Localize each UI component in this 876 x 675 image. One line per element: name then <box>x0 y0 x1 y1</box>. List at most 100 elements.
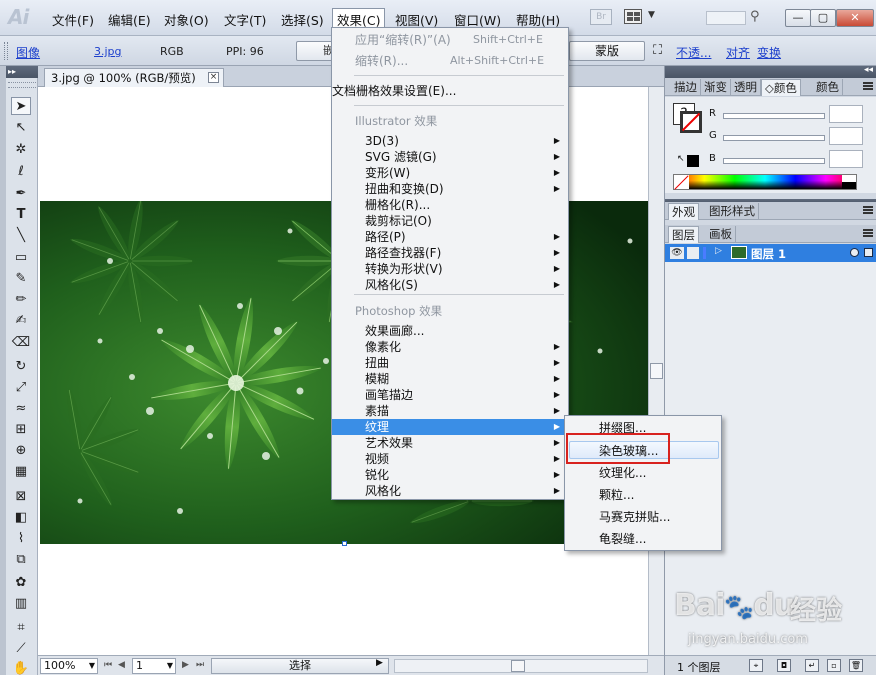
submenu-item-2[interactable]: 纹理化... <box>565 464 721 482</box>
target-icon[interactable] <box>850 248 859 257</box>
restore-button[interactable]: ▢ <box>810 9 836 27</box>
selection-tool-icon[interactable]: ➤ <box>11 97 31 115</box>
layer-row[interactable]: 👁 ▷ 图层 1 <box>665 244 876 262</box>
channel-slider[interactable] <box>723 135 825 141</box>
menu-file[interactable]: 文件(F) <box>48 9 98 30</box>
tab-gradient[interactable]: 渐变 <box>701 79 731 96</box>
submenu-item-5[interactable]: 龟裂缝... <box>565 530 721 548</box>
menu-item-photoshop-8[interactable]: 视频 ▶ <box>332 451 568 467</box>
menu-item-photoshop-7[interactable]: 艺术效果 ▶ <box>332 435 568 451</box>
workspace-layout-icon[interactable] <box>624 9 642 24</box>
last-artboard-icon[interactable]: ⏭ <box>196 660 204 670</box>
submenu-item-3[interactable]: 颗粒... <box>565 486 721 504</box>
layer-name[interactable]: 图层 1 <box>751 246 786 262</box>
new-layer-icon[interactable]: ▫ <box>827 659 841 672</box>
menu-item-photoshop-0[interactable]: 效果画廊... <box>332 323 568 339</box>
rectangle-tool-icon[interactable]: ▭ <box>11 249 31 267</box>
magic-wand-tool-icon[interactable]: ✲ <box>11 141 31 159</box>
blend-tool-icon[interactable]: ⧉ <box>11 551 31 569</box>
menu-item-illustrator-4[interactable]: 栅格化(R)... <box>332 197 568 213</box>
lock-toggle[interactable] <box>687 247 699 259</box>
panel-menu-icon[interactable] <box>863 206 873 214</box>
close-icon[interactable]: × <box>208 72 219 83</box>
menu-select[interactable]: 选择(S) <box>277 9 328 30</box>
menu-item-photoshop-6[interactable]: 纹理 ▶ <box>332 419 568 435</box>
tab-artboards[interactable]: 画板 <box>706 226 736 243</box>
free-transform-tool-icon[interactable]: ⊞ <box>11 421 31 439</box>
tab-appearance[interactable]: 外观 <box>668 203 699 220</box>
chevron-right-icon[interactable]: ▷ <box>715 246 722 256</box>
new-sublayer-icon[interactable]: ↵ <box>805 659 819 672</box>
object-type-link[interactable]: 图像 <box>16 44 40 61</box>
paintbrush-tool-icon[interactable]: ✎ <box>11 270 31 288</box>
symbol-sprayer-tool-icon[interactable]: ✿ <box>11 574 31 592</box>
bounding-box-handle[interactable] <box>342 541 347 546</box>
lasso-tool-icon[interactable]: ℓ <box>11 163 31 181</box>
next-artboard-icon[interactable]: ▶ <box>182 660 189 670</box>
tools-panel-header[interactable]: ▸▸ <box>6 66 38 78</box>
direct-selection-tool-icon[interactable]: ↖ <box>11 119 31 137</box>
line-tool-icon[interactable]: ╲ <box>11 227 31 245</box>
locate-object-icon[interactable]: ⌖ <box>749 659 763 672</box>
dock-header[interactable]: ◂◂ <box>665 65 876 78</box>
menu-item-illustrator-5[interactable]: 裁剪标记(O) <box>332 213 568 229</box>
vertical-scrollbar[interactable] <box>648 87 664 655</box>
pen-tool-icon[interactable]: ✒ <box>11 185 31 203</box>
blob-brush-tool-icon[interactable]: ✍ <box>11 312 31 330</box>
artboard-tool-icon[interactable]: ⌗ <box>11 619 31 637</box>
menu-item-illustrator-6[interactable]: 路径(P) ▶ <box>332 229 568 245</box>
warp-tool-icon[interactable]: ≈ <box>11 400 31 418</box>
menu-item-apply-last[interactable]: 应用“缩转(R)”(A) Shift+Ctrl+E <box>332 32 568 48</box>
hand-tool-icon[interactable]: ✋ <box>11 660 31 675</box>
menu-item-illustrator-0[interactable]: 3D(3) ▶ <box>332 133 568 149</box>
menu-item-photoshop-3[interactable]: 模糊 ▶ <box>332 371 568 387</box>
pencil-tool-icon[interactable]: ✏ <box>11 291 31 309</box>
tab-layers[interactable]: 图层 <box>668 226 699 243</box>
panel-menu-icon[interactable] <box>863 229 873 237</box>
isolate-icon[interactable]: ⛶ <box>653 43 662 58</box>
align-link[interactable]: 对齐 <box>726 44 750 61</box>
menu-item-last-effect[interactable]: 缩转(R)... Alt+Shift+Ctrl+E <box>332 53 568 69</box>
menu-item-photoshop-10[interactable]: 风格化 ▶ <box>332 483 568 499</box>
minimize-button[interactable]: — <box>785 9 811 27</box>
perspective-grid-tool-icon[interactable]: ▦ <box>11 463 31 481</box>
menu-item-illustrator-9[interactable]: 风格化(S) ▶ <box>332 277 568 293</box>
transform-link[interactable]: 变换 <box>757 44 781 61</box>
column-graph-tool-icon[interactable]: ▥ <box>11 595 31 613</box>
artboard-select[interactable]: 1 ▼ <box>132 658 176 674</box>
menu-object[interactable]: 对象(O) <box>160 9 213 30</box>
scrollbar-thumb[interactable] <box>650 363 663 379</box>
color-spectrum[interactable] <box>673 174 857 190</box>
menu-item-illustrator-1[interactable]: SVG 滤镜(G) ▶ <box>332 149 568 165</box>
horizontal-scrollbar[interactable] <box>394 659 648 673</box>
bridge-button[interactable]: Br <box>590 9 612 25</box>
black-white-swatch[interactable] <box>842 175 856 189</box>
none-swatch[interactable] <box>674 175 689 189</box>
tab-stroke[interactable]: 描边 <box>671 79 701 96</box>
scale-tool-icon[interactable]: ⤢ <box>11 379 31 397</box>
status-menu[interactable]: 选择 <box>211 658 389 674</box>
menu-item-illustrator-2[interactable]: 变形(W) ▶ <box>332 165 568 181</box>
eraser-tool-icon[interactable]: ⌫ <box>11 334 31 352</box>
menu-item-photoshop-1[interactable]: 像素化 ▶ <box>332 339 568 355</box>
menu-item-photoshop-9[interactable]: 锐化 ▶ <box>332 467 568 483</box>
trash-icon[interactable]: 🗑 <box>849 659 863 672</box>
menu-item-illustrator-3[interactable]: 扭曲和变换(D) ▶ <box>332 181 568 197</box>
tab-color-guide[interactable]: 颜色 <box>813 79 843 96</box>
menu-item-illustrator-8[interactable]: 转换为形状(V) ▶ <box>332 261 568 277</box>
channel-input[interactable] <box>829 150 863 168</box>
clipping-mask-icon[interactable]: ◘ <box>777 659 791 672</box>
menu-item-raster-settings[interactable]: 文档栅格效果设置(E)... <box>332 83 568 99</box>
menu-type[interactable]: 文字(T) <box>220 9 270 30</box>
document-tab[interactable]: 3.jpg @ 100% (RGB/预览) × <box>44 68 224 87</box>
black-swatch[interactable] <box>687 155 699 167</box>
gradient-tool-icon[interactable]: ◧ <box>11 509 31 527</box>
chevron-down-icon[interactable]: ▼ <box>648 10 655 20</box>
grip-handle[interactable] <box>8 82 36 88</box>
play-icon[interactable]: ▶ <box>376 658 383 668</box>
scrollbar-thumb[interactable] <box>511 660 525 672</box>
grip-handle[interactable] <box>4 42 8 60</box>
menu-item-illustrator-7[interactable]: 路径查找器(F) ▶ <box>332 245 568 261</box>
slice-tool-icon[interactable]: ⟋ <box>11 640 31 658</box>
opacity-link[interactable]: 不透... <box>676 44 711 61</box>
